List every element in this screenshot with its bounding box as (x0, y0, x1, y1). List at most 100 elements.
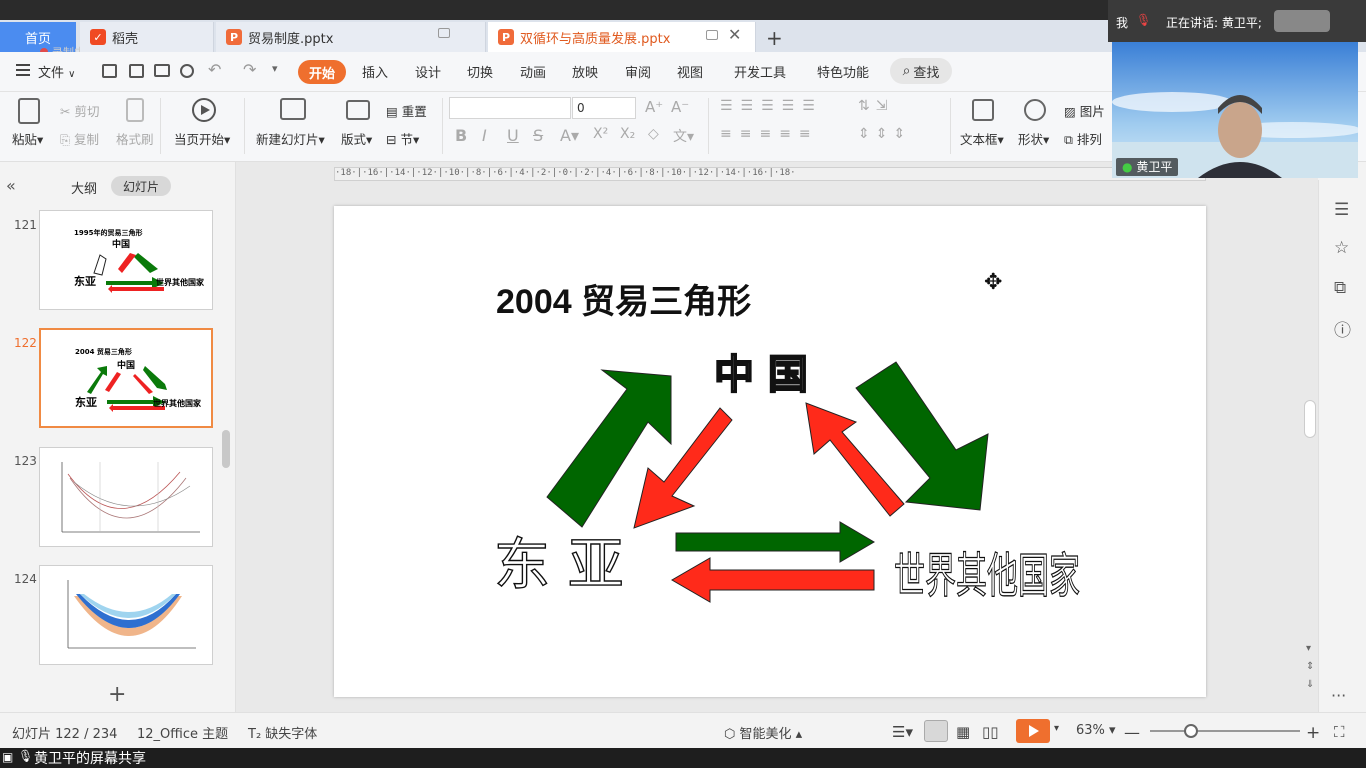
strikethrough-icon[interactable]: S (533, 126, 543, 145)
reset-button[interactable]: ▤ 重置 (386, 101, 427, 120)
undo-icon[interactable]: ↶ (208, 60, 221, 79)
play-icon[interactable] (192, 98, 216, 122)
slideshow-dropdown-icon[interactable]: ▾ (1054, 723, 1059, 734)
print-icon[interactable] (154, 64, 170, 77)
slide-thumb-122[interactable]: 2004 贸易三角形 中国 东亚 世界其他国家 (39, 328, 213, 428)
divider (442, 98, 443, 154)
cut-label: 剪切 (74, 104, 100, 119)
slides-tab[interactable]: 幻灯片 (111, 176, 171, 196)
redo-icon[interactable]: ↷ (243, 60, 256, 79)
theme-name[interactable]: 12_Office 主题 (137, 723, 228, 742)
reading-view-icon[interactable]: ▯▯ (982, 723, 999, 741)
add-slide-icon[interactable]: + (108, 682, 126, 707)
tab-design[interactable]: 设计 (415, 62, 441, 81)
preview-icon[interactable] (180, 64, 194, 78)
slide-thumb-121[interactable]: 1995年的贸易三角形 中国 东亚 世界其他国家 (39, 210, 213, 310)
textbox-button[interactable]: 文本框▾ (960, 129, 1004, 148)
arrange-button[interactable]: ⧉ 排列 (1064, 129, 1102, 148)
paragraph-tools-icon[interactable]: ☰☰☰☰☰ (720, 98, 823, 114)
shape-icon[interactable] (1024, 99, 1046, 121)
alignment-tools-icon[interactable]: ≡≡≡≡≡ (720, 126, 819, 142)
font-size-input[interactable]: 0 (572, 97, 636, 119)
format-painter-button[interactable]: 格式刷 (116, 129, 154, 148)
tab-slideshow[interactable]: 放映 (572, 62, 598, 81)
slide-scrollbar[interactable] (1304, 400, 1316, 438)
clear-format-icon[interactable]: ◇ (648, 126, 659, 142)
picture-button[interactable]: ▨ 图片 (1064, 101, 1105, 120)
tab-shuangxunhuan[interactable]: P 双循环与高质量发展.pptx ✕ (488, 22, 756, 52)
layout-icon[interactable] (346, 100, 370, 120)
tab-maoyi[interactable]: P 贸易制度.pptx (216, 22, 486, 52)
copy-button[interactable]: ⎘ 复制 (60, 129, 99, 148)
increase-font-icon[interactable]: A⁺ (645, 98, 663, 116)
zoom-level[interactable]: 63% ▾ (1076, 723, 1116, 738)
section-button[interactable]: ⊟ 节▾ (386, 129, 419, 148)
export-icon[interactable] (129, 64, 144, 78)
sorter-view-icon[interactable]: ▦ (956, 723, 970, 741)
new-slide-button[interactable]: 新建幻灯片▾ (256, 129, 325, 148)
help-icon[interactable]: ⓘ (1334, 316, 1351, 341)
zoom-slider-handle[interactable] (1184, 724, 1198, 738)
italic-icon[interactable]: I (482, 126, 487, 145)
tab-start[interactable]: 开始 (298, 60, 346, 84)
decrease-font-icon[interactable]: A⁻ (671, 98, 689, 116)
play-current-button[interactable]: 当页开始▾ (174, 129, 230, 148)
tab-view[interactable]: 视图 (677, 62, 703, 81)
text-direction-icon[interactable]: ⇅⇲ (858, 98, 893, 114)
hamburger-icon[interactable] (16, 64, 30, 76)
font-family-input[interactable] (449, 97, 571, 119)
tab-developer[interactable]: 开发工具 (734, 62, 786, 81)
paste-button[interactable]: 粘贴▾ (12, 129, 43, 148)
speaker-video[interactable]: ● 黄卫平 (1112, 42, 1358, 178)
scroll-buttons[interactable]: ▾ ⇕ ⇓ (1306, 640, 1314, 694)
zoom-out-icon[interactable]: — (1124, 723, 1140, 742)
superscript-icon[interactable]: X² (593, 126, 608, 142)
settings-sliders-icon[interactable]: ☰ (1334, 200, 1349, 220)
mic-muted-icon[interactable]: 🎙 (1136, 13, 1151, 27)
save-icon[interactable] (102, 64, 117, 78)
tab-review[interactable]: 审阅 (625, 62, 651, 81)
copy-icon[interactable]: ⧉ (1334, 278, 1346, 298)
tab-insert[interactable]: 插入 (362, 62, 388, 81)
paste-icon[interactable] (18, 98, 40, 124)
smart-beautify-button[interactable]: ⬡ 智能美化 ▴ (724, 723, 802, 742)
cut-button[interactable]: ✂ 剪切 (60, 101, 99, 120)
zoom-slider[interactable] (1150, 730, 1300, 732)
slide-thumb-123[interactable] (39, 447, 213, 547)
collapse-panel-icon[interactable]: « (6, 176, 16, 195)
thumb-scrollbar[interactable] (222, 430, 230, 468)
close-tab-icon[interactable]: ✕ (728, 25, 741, 44)
tab-daoke[interactable]: ✓ 稻壳 (80, 22, 214, 52)
missing-font-button[interactable]: T₂ 缺失字体 (248, 723, 317, 742)
file-menu[interactable]: 文件 ∨ (38, 62, 75, 81)
subscript-icon[interactable]: X₂ (620, 126, 635, 142)
shape-label: 形状 (1018, 132, 1044, 147)
fit-window-icon[interactable]: ⛶ (1334, 723, 1345, 741)
line-spacing-icon[interactable]: ⇕⇕⇕ (858, 126, 911, 142)
shape-button[interactable]: 形状▾ (1018, 129, 1049, 148)
slide-thumb-124[interactable] (39, 565, 213, 665)
textbox-icon[interactable] (972, 99, 994, 121)
mic-icon: ● (1122, 160, 1133, 174)
tab-transition[interactable]: 切换 (467, 62, 493, 81)
layout-button[interactable]: 版式▾ (341, 129, 372, 148)
new-tab-icon[interactable]: + (766, 26, 783, 50)
underline-icon[interactable]: U (507, 126, 519, 145)
play-slideshow-button[interactable] (1016, 719, 1050, 743)
phonetic-icon[interactable]: 文▾ (673, 126, 694, 146)
tab-features[interactable]: 特色功能 (817, 62, 869, 81)
notes-icon[interactable]: ☰▾ (892, 723, 913, 741)
find-button[interactable]: ⌕ 查找 (890, 58, 952, 84)
normal-view-icon[interactable] (924, 720, 948, 742)
font-color-icon[interactable]: A▾ (560, 126, 579, 145)
format-painter-icon[interactable] (126, 98, 144, 122)
new-slide-icon[interactable] (280, 98, 306, 120)
slide[interactable]: 2004 贸易三角形 中 国 东 亚 世界其他国家 (334, 206, 1206, 697)
star-icon[interactable]: ☆ (1334, 238, 1349, 258)
zoom-in-icon[interactable]: + (1306, 723, 1320, 743)
outline-tab[interactable]: 大纲 (71, 178, 97, 197)
more-icon[interactable]: ··· (1331, 686, 1346, 705)
bold-icon[interactable]: B (455, 126, 467, 145)
quick-access-dropdown-icon[interactable]: ▾ (272, 62, 278, 75)
tab-animation[interactable]: 动画 (520, 62, 546, 81)
